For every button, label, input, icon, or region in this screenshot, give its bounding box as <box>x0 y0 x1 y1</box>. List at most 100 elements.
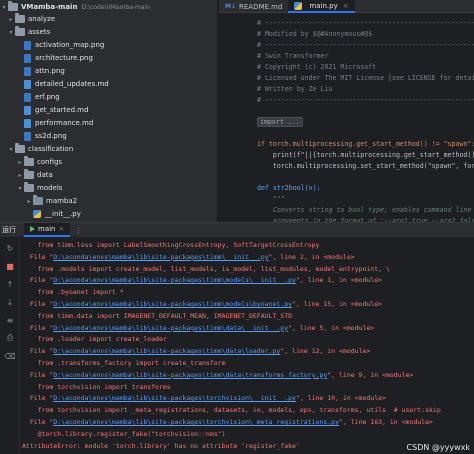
console-text: from torchvision import transforms <box>22 382 171 391</box>
code-line: # --------------------------------------… <box>257 95 474 105</box>
tree-item-label: data <box>37 171 53 179</box>
code-line-text: """ <box>257 195 285 203</box>
tree-item[interactable]: detailed_updates.md <box>0 78 217 90</box>
chevron-down-icon[interactable]: ▾ <box>7 146 15 153</box>
console-line: from timm.loss import LabelSmoothingCros… <box>22 240 320 250</box>
rerun-icon[interactable]: ↻ <box>4 242 16 254</box>
folder-icon <box>15 26 25 36</box>
console-output[interactable]: from timm.loss import LabelSmoothingCros… <box>22 238 474 454</box>
console-line: from .transforms_factory import create_t… <box>22 358 226 368</box>
code-line: # Modified by $@#Anonymous#@$ <box>257 29 372 39</box>
file-path-link[interactable]: D:\aconda\envs\mamba\lib\site-packages\t… <box>53 394 296 402</box>
project-root[interactable]: ▾ VMamba-main D:\code\VMamba-main <box>0 1 217 13</box>
tree-item[interactable]: ▾ classification <box>0 143 217 155</box>
image-file-icon <box>24 53 31 63</box>
console-line: from torchvision import _meta_registrati… <box>22 405 441 415</box>
close-icon[interactable]: × <box>59 225 65 233</box>
code-line-text: # Copyright (c) 2021 Microsoft <box>257 63 377 71</box>
tab-main-py-label: main.py <box>309 1 338 10</box>
tree-item[interactable]: erf.png <box>0 91 217 103</box>
file-path-link[interactable]: D:\aconda\envs\mamba\lib\site-packages\t… <box>53 418 339 426</box>
chevron-down-icon[interactable]: ▾ <box>16 185 24 192</box>
tree-item[interactable]: ▾ assets <box>0 26 217 38</box>
print-icon[interactable]: ⎙ <box>4 332 16 344</box>
chevron-down-icon[interactable]: ▾ <box>7 29 15 36</box>
tree-item-label: attn.png <box>35 67 65 75</box>
console-line: from .byoanet import * <box>22 287 124 297</box>
chevron-right-icon[interactable]: ▸ <box>25 198 33 205</box>
code-line-text: # --------------------------------------… <box>257 19 474 27</box>
code-line: # --------------------------------------… <box>257 40 474 50</box>
code-line: """ <box>257 194 285 204</box>
tree-item[interactable]: get_started.md <box>0 104 217 116</box>
folder-icon <box>33 195 43 205</box>
console-text: ", line 9, in <module> <box>327 370 414 379</box>
image-file-icon <box>24 92 31 102</box>
console-line: File "D:\aconda\envs\mamba\lib\site-pack… <box>22 370 414 380</box>
tree-item[interactable]: ▾ models <box>0 182 217 194</box>
file-path-link[interactable]: D:\aconda\envs\mamba\lib\site-packages\t… <box>53 347 280 355</box>
tree-item[interactable]: ▸ configs <box>0 156 217 168</box>
more-options-icon[interactable]: ⋮ <box>74 226 82 235</box>
file-path-link[interactable]: D:\aconda\envs\mamba\lib\site-packages\t… <box>53 371 327 379</box>
code-area[interactable]: # --------------------------------------… <box>257 14 474 222</box>
tree-item[interactable]: ss2d.png <box>0 130 217 142</box>
code-line: # Written by Ze Liu <box>257 84 332 94</box>
chevron-down-icon[interactable]: ▾ <box>0 4 8 11</box>
tree-item[interactable]: ▸ analyze <box>0 13 217 25</box>
code-line-text: def str2bool(v): <box>257 184 321 192</box>
tree-item-label: erf.png <box>35 93 60 101</box>
run-config-icon <box>30 226 35 232</box>
tab-main-py[interactable]: main.py × <box>288 0 355 13</box>
close-icon[interactable]: × <box>343 2 349 10</box>
code-line-text: # Modified by $@#Anonymous#@$ <box>257 30 373 38</box>
file-path-link[interactable]: D:\aconda\envs\mamba\lib\site-packages\t… <box>53 300 292 308</box>
folder-icon <box>15 13 25 23</box>
tab-readme[interactable]: M↓ README.md <box>219 0 288 13</box>
file-path-link[interactable]: D:\aconda\envs\mamba\lib\site-packages\t… <box>53 253 268 261</box>
console-text: from .byoanet import * <box>22 288 124 297</box>
console-text: from .transforms_factory import create_t… <box>22 359 226 367</box>
markdown-file-icon <box>24 79 31 89</box>
chevron-right-icon[interactable]: ▸ <box>16 172 24 179</box>
console-text: from .models import create_model, list_m… <box>22 264 390 273</box>
project-root-path: D:\code\VMamba-main <box>81 3 151 11</box>
run-panel-label: 运行 <box>2 226 16 234</box>
code-line-text: # --------------------------------------… <box>257 41 474 49</box>
trash-icon[interactable]: ⌫ <box>4 350 16 362</box>
code-line: if torch.multiprocessing.get_start_metho… <box>257 139 474 149</box>
code-line: # --------------------------------------… <box>257 18 474 28</box>
code-line: def str2bool(v): <box>257 183 321 193</box>
code-line-text: Converts string to bool type; enables co… <box>257 206 472 214</box>
console-text: File " <box>22 252 54 261</box>
tree-item-label: performance.md <box>35 119 94 127</box>
tree-item[interactable]: attn.png <box>0 65 217 77</box>
run-tool-window: 运行 main × ⋮ ↻ ■ ↑ ↓ ≡ ⎙ ⌫ from timm.loss… <box>0 222 474 454</box>
console-text: from timm.loss import LabelSmoothingCros… <box>22 241 320 249</box>
code-line-text: import ... <box>257 117 303 127</box>
chevron-right-icon[interactable]: ▸ <box>16 159 24 166</box>
console-text: @torch.library.register_fake("torchvisio… <box>22 429 226 438</box>
console-text: ", line 10, in <module> <box>295 394 386 403</box>
tree-item[interactable]: __init__.py <box>0 208 217 220</box>
run-tab-main[interactable]: main × <box>24 223 71 237</box>
up-icon[interactable]: ↑ <box>4 278 16 290</box>
tree-item-label: activation_map.png <box>35 41 105 49</box>
tree-item-label: models <box>37 184 63 192</box>
console-text: from .loader import create_loader <box>22 335 167 344</box>
chevron-right-icon[interactable]: ▸ <box>7 16 15 23</box>
soft-wrap-icon[interactable]: ≡ <box>4 314 16 326</box>
tree-item-label: detailed_updates.md <box>35 80 109 88</box>
tree-item[interactable]: performance.md <box>0 117 217 129</box>
markdown-file-icon <box>24 105 31 115</box>
image-file-icon <box>24 40 31 50</box>
tree-item[interactable]: architecture.png <box>0 52 217 64</box>
stop-icon[interactable]: ■ <box>4 260 16 272</box>
file-path-link[interactable]: D:\aconda\envs\mamba\lib\site-packages\t… <box>53 324 288 332</box>
code-line: # Licensed under The MIT License [see LI… <box>257 73 474 83</box>
file-path-link[interactable]: D:\aconda\envs\mamba\lib\site-packages\t… <box>53 276 296 284</box>
tree-item[interactable]: ▸ data <box>0 169 217 181</box>
tree-item[interactable]: ▸ mamba2 <box>0 195 217 207</box>
down-icon[interactable]: ↓ <box>4 296 16 308</box>
tree-item[interactable]: activation_map.png <box>0 39 217 51</box>
